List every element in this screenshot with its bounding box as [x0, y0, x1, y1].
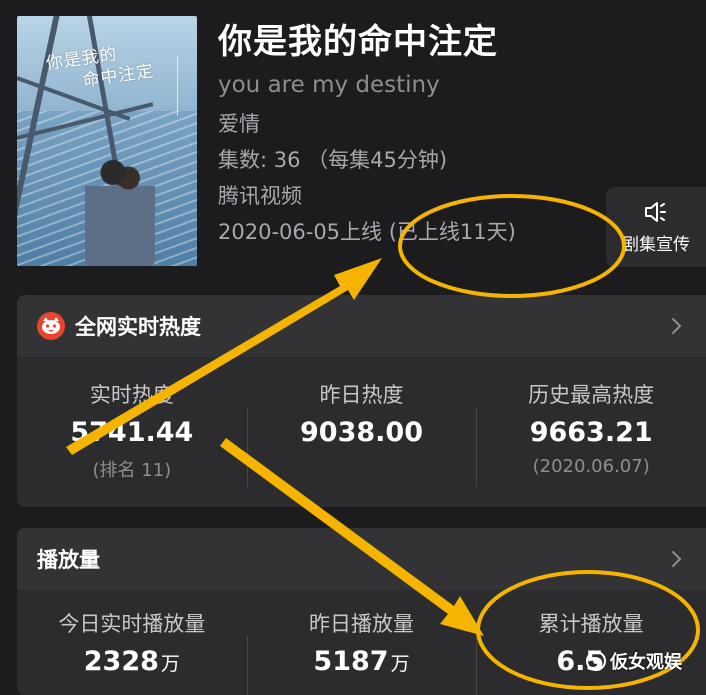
show-genre: 爱情: [218, 112, 260, 136]
watermark-logo-icon: [586, 651, 606, 671]
yesterday-heat-stat: 昨日热度 9038.00: [246, 379, 477, 487]
poster-title: 你是我的 命中注定: [45, 35, 180, 97]
stat-value: 9663.21: [529, 417, 653, 448]
peak-heat-stat: 历史最高热度 9663.21 (2020.06.07): [476, 379, 706, 487]
heat-stats: 实时热度 5741.44 (排名 11) 昨日热度 9038.00 历史最高热度…: [17, 357, 706, 487]
poster-subtitle-line: [177, 56, 185, 116]
show-subtitle: you are my destiny: [218, 72, 440, 98]
stat-number: 5187: [313, 646, 389, 677]
poster-couple: [85, 156, 155, 266]
stat-unit: 万: [160, 653, 180, 675]
stat-value: 2328 万: [17, 646, 247, 677]
stat-label: 今日实时播放量: [58, 612, 206, 636]
stat-label: 累计播放量: [538, 612, 644, 636]
chevron-right-icon: [672, 318, 682, 334]
realtime-heat-stat: 实时热度 5741.44 (排名 11): [17, 379, 247, 482]
stat-value: 5187 万: [247, 646, 477, 677]
promo-label: 剧集宣传: [622, 234, 690, 255]
stat-label: 历史最高热度: [528, 383, 655, 407]
play-card-title: 播放量: [37, 548, 100, 572]
stat-label: 实时热度: [89, 383, 174, 407]
yesterday-play-stat: 昨日播放量 5187 万: [246, 608, 477, 695]
heat-card-title: 全网实时热度: [75, 315, 201, 339]
heat-card-header[interactable]: 全网实时热度: [17, 295, 706, 357]
stat-sub: (排名 11): [92, 460, 172, 481]
show-title: 你是我的命中注定: [218, 22, 498, 62]
show-episodes: 集数: 36 （每集45分钟): [218, 148, 448, 172]
chevron-right-icon: [672, 551, 682, 567]
stat-value: 5741.44: [70, 417, 194, 448]
play-card-header[interactable]: 播放量: [17, 528, 706, 590]
stat-number: 2328: [83, 646, 159, 677]
today-play-stat: 今日实时播放量 2328 万: [17, 608, 247, 677]
show-platform: 腾讯视频: [218, 184, 302, 208]
cat-logo: [37, 312, 65, 340]
promo-button[interactable]: 剧集宣传: [606, 187, 706, 267]
watermark-text: 仮女观娱: [610, 652, 682, 673]
stat-label: 昨日播放量: [309, 612, 414, 636]
show-release: 2020-06-05上线 (已上线11天): [218, 220, 516, 244]
stat-unit: 万: [390, 653, 410, 675]
stat-value: 9038.00: [300, 417, 423, 448]
watermark: 仮女观娱: [586, 648, 682, 674]
speaker-icon: [645, 201, 666, 222]
heat-card: 全网实时热度 实时热度 5741.44 (排名 11) 昨日热度 9038.00…: [17, 295, 706, 507]
show-info: 你是我的命中注定 you are my destiny 爱情 集数: 36 （每…: [218, 20, 516, 250]
stat-label: 昨日热度: [319, 383, 404, 407]
stat-sub: (2020.06.07): [532, 456, 650, 477]
show-poster[interactable]: 你是我的 命中注定: [17, 16, 197, 266]
